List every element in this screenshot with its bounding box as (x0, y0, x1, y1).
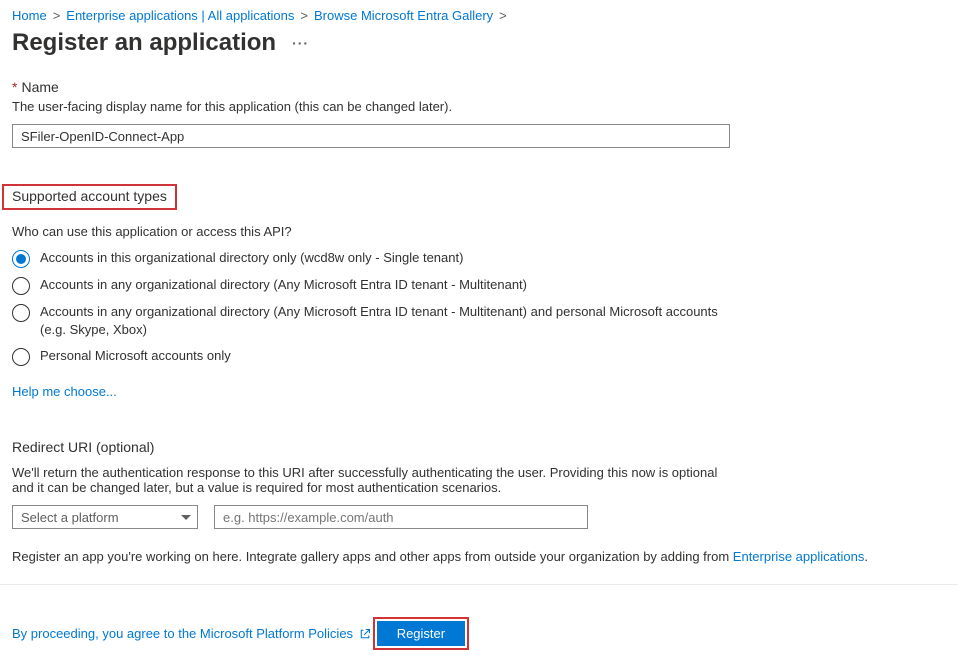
help-me-choose-link[interactable]: Help me choose... (12, 384, 117, 399)
redirect-uri-input[interactable] (214, 505, 588, 529)
platform-select-placeholder: Select a platform (21, 510, 119, 525)
redirect-uri-help: We'll return the authentication response… (12, 465, 732, 495)
radio-label: Personal Microsoft accounts only (40, 347, 231, 365)
chevron-right-icon: > (300, 8, 308, 23)
bottom-note-suffix: . (864, 549, 868, 564)
name-help-text: The user-facing display name for this ap… (12, 99, 958, 114)
register-button-highlight: Register (373, 617, 469, 650)
bottom-note-prefix: Register an app you're working on here. … (12, 549, 733, 564)
redirect-uri-heading: Redirect URI (optional) (12, 439, 958, 455)
radio-icon[interactable] (12, 348, 30, 366)
breadcrumb-browse-gallery[interactable]: Browse Microsoft Entra Gallery (314, 8, 493, 23)
radio-icon[interactable] (12, 304, 30, 322)
chevron-right-icon: > (499, 8, 507, 23)
account-types-question: Who can use this application or access t… (12, 224, 958, 239)
radio-label: Accounts in this organizational director… (40, 249, 463, 267)
required-asterisk-icon: * (12, 79, 17, 95)
account-type-option-0[interactable]: Accounts in this organizational director… (12, 249, 958, 268)
page-title-text: Register an application (12, 29, 276, 57)
redirect-uri-row: Select a platform (12, 505, 958, 529)
radio-label: Accounts in any organizational directory… (40, 276, 527, 294)
account-type-option-1[interactable]: Accounts in any organizational directory… (12, 276, 958, 295)
policies-link-text: By proceeding, you agree to the Microsof… (12, 626, 353, 641)
account-type-option-2[interactable]: Accounts in any organizational directory… (12, 303, 958, 339)
radio-icon[interactable] (12, 250, 30, 268)
radio-icon[interactable] (12, 277, 30, 295)
page-title: Register an application ··· (12, 29, 958, 57)
name-label: *Name (12, 79, 958, 95)
breadcrumb-home[interactable]: Home (12, 8, 47, 23)
account-type-option-3[interactable]: Personal Microsoft accounts only (12, 347, 958, 366)
breadcrumb: Home > Enterprise applications | All app… (12, 8, 958, 23)
radio-label: Accounts in any organizational directory… (40, 303, 740, 339)
chevron-right-icon: > (53, 8, 61, 23)
platform-select[interactable]: Select a platform (12, 505, 198, 529)
chevron-down-icon (181, 515, 191, 520)
register-button[interactable]: Register (377, 621, 465, 646)
enterprise-applications-link[interactable]: Enterprise applications (733, 549, 865, 564)
platform-policies-link[interactable]: By proceeding, you agree to the Microsof… (12, 626, 371, 641)
external-link-icon (359, 628, 371, 640)
footer-bar: By proceeding, you agree to the Microsof… (0, 584, 958, 650)
bottom-note: Register an app you're working on here. … (12, 549, 958, 564)
app-name-input[interactable] (12, 124, 730, 148)
supported-account-types-heading: Supported account types (2, 184, 177, 210)
breadcrumb-enterprise-apps[interactable]: Enterprise applications | All applicatio… (66, 8, 294, 23)
more-actions-icon[interactable]: ··· (292, 35, 309, 51)
account-types-radio-group: Accounts in this organizational director… (12, 249, 958, 366)
